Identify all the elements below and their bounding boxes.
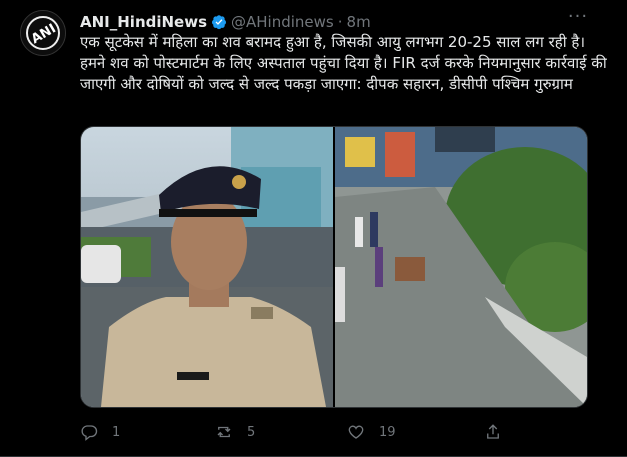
author-name[interactable]: ANI_HindiNews xyxy=(80,13,207,31)
like-count: 19 xyxy=(379,424,396,440)
heart-icon xyxy=(348,425,364,439)
verified-badge-icon xyxy=(212,15,227,30)
tweet[interactable]: ANI ANI_HindiNews @AHindinews · 8m ··· ए… xyxy=(0,0,627,457)
ani-logo-icon: ANI xyxy=(21,11,65,55)
officer-photo-illustration xyxy=(81,127,333,407)
share-icon xyxy=(487,424,499,439)
avatar[interactable]: ANI xyxy=(20,10,66,56)
tweet-header: ANI_HindiNews @AHindinews · 8m xyxy=(80,12,371,32)
retweet-icon xyxy=(217,426,231,438)
road-photo-illustration xyxy=(335,127,587,407)
officer-speaking-photo[interactable] xyxy=(81,127,333,407)
tweet-actions: 1 5 19 xyxy=(80,420,600,444)
road-scene-photo[interactable] xyxy=(335,127,587,407)
reply-icon xyxy=(81,425,98,441)
retweet-button[interactable]: 5 xyxy=(215,420,255,444)
retweet-count: 5 xyxy=(247,424,256,440)
reply-count: 1 xyxy=(112,424,121,440)
more-options-icon[interactable]: ··· xyxy=(566,8,590,30)
separator-dot: · xyxy=(337,13,343,31)
reply-button[interactable]: 1 xyxy=(80,420,120,444)
share-button[interactable] xyxy=(484,420,516,444)
media-grid[interactable] xyxy=(80,126,588,408)
timestamp[interactable]: 8m xyxy=(347,13,371,31)
like-button[interactable]: 19 xyxy=(347,420,396,444)
author-handle[interactable]: @AHindinews xyxy=(231,13,334,31)
tweet-text: एक सूटकेस में महिला का शव बरामद हुआ है, … xyxy=(80,33,607,93)
